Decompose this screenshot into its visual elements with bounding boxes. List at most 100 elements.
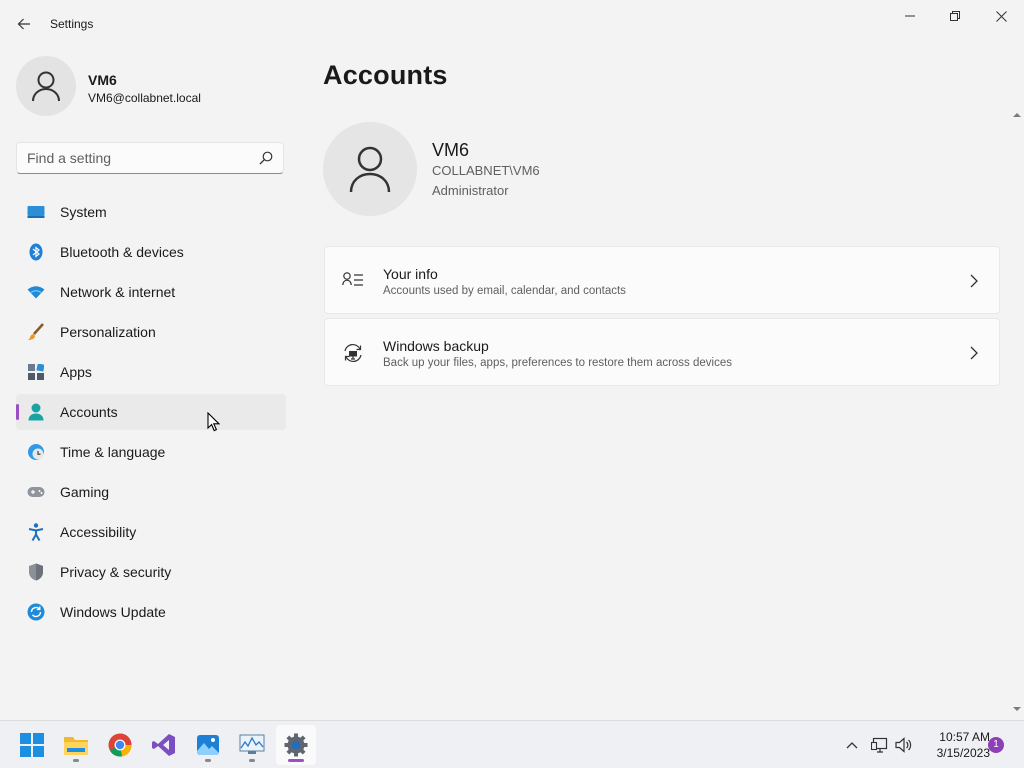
taskbar-settings[interactable]	[276, 725, 316, 765]
scroll-up-arrow-icon[interactable]	[1012, 110, 1022, 120]
sidebar-item-gaming[interactable]: Gaming	[16, 474, 286, 510]
taskbar-clock[interactable]: 10:57 AM 3/15/2023	[918, 729, 990, 761]
sidebar-item-label: Privacy & security	[60, 564, 172, 580]
visual-studio-icon	[152, 734, 175, 756]
mouse-cursor-icon	[207, 412, 220, 432]
back-arrow-icon	[17, 18, 30, 30]
search-box[interactable]	[16, 142, 284, 174]
sidebar-item-label: Apps	[60, 364, 92, 380]
chevron-right-icon	[970, 346, 978, 360]
sidebar-nav: System Bluetooth & devices Network & int…	[16, 194, 286, 634]
sidebar-item-network[interactable]: Network & internet	[16, 274, 286, 310]
volume-icon	[895, 737, 912, 753]
sidebar-item-accessibility[interactable]: Accessibility	[16, 514, 286, 550]
sidebar-item-label: Gaming	[60, 484, 110, 500]
update-icon	[27, 603, 45, 621]
close-button[interactable]	[978, 0, 1024, 32]
your-info-card[interactable]: Your info Accounts used by email, calend…	[324, 246, 1000, 314]
scroll-down-arrow-icon[interactable]	[1012, 704, 1022, 714]
show-hidden-icons-button[interactable]	[842, 721, 862, 768]
notification-badge[interactable]: 1	[988, 737, 1004, 753]
apps-icon	[27, 363, 45, 381]
sidebar-item-accounts[interactable]: Accounts	[16, 394, 286, 430]
account-domain: COLLABNET\VM6	[432, 163, 540, 178]
card-title: Windows backup	[383, 338, 489, 354]
taskbar-file-explorer[interactable]	[56, 725, 96, 765]
file-explorer-icon	[64, 737, 88, 755]
card-subtitle: Accounts used by email, calendar, and co…	[383, 285, 626, 297]
person-list-icon	[342, 272, 363, 286]
close-icon	[995, 10, 1007, 22]
taskbar: 10:57 AM 3/15/2023 1	[0, 720, 1024, 768]
search-icon[interactable]	[259, 151, 273, 165]
chevron-right-icon	[970, 274, 978, 288]
accessibility-icon	[27, 523, 45, 541]
search-input[interactable]	[17, 143, 247, 173]
sidebar-item-apps[interactable]: Apps	[16, 354, 286, 390]
running-indicator	[249, 759, 255, 762]
app-title: Settings	[50, 17, 94, 31]
selection-indicator	[16, 404, 19, 420]
clock-time: 10:57 AM	[939, 730, 990, 744]
account-header: VM6 COLLABNET\VM6 Administrator	[323, 122, 1003, 218]
network-icon	[871, 737, 888, 753]
sidebar-item-label: Bluetooth & devices	[60, 244, 184, 260]
taskbar-photos[interactable]	[188, 725, 228, 765]
sidebar-item-windows-update[interactable]: Windows Update	[16, 594, 286, 630]
person-icon	[349, 146, 391, 193]
restore-icon	[950, 11, 960, 21]
sidebar-item-time-language[interactable]: Time & language	[16, 434, 286, 470]
chevron-up-icon	[846, 742, 858, 749]
account-name: VM6	[432, 140, 470, 160]
sidebar-item-label: Network & internet	[60, 284, 176, 300]
avatar	[16, 56, 76, 116]
resource-monitor-icon	[239, 734, 265, 754]
start-icon	[20, 733, 44, 757]
minimize-icon	[905, 15, 915, 17]
windows-backup-card[interactable]: Windows backup Back up your files, apps,…	[324, 318, 1000, 386]
sidebar-item-label: Windows Update	[60, 604, 166, 620]
gamepad-icon	[27, 483, 45, 501]
start-button[interactable]	[12, 725, 52, 765]
settings-icon	[284, 733, 308, 757]
sidebar-item-bluetooth[interactable]: Bluetooth & devices	[16, 234, 286, 270]
wifi-icon	[27, 283, 45, 301]
running-indicator	[205, 759, 211, 762]
person-icon	[32, 71, 60, 102]
volume-tray-button[interactable]	[893, 721, 915, 768]
minimize-button[interactable]	[887, 0, 933, 32]
sidebar-item-system[interactable]: System	[16, 194, 286, 230]
running-indicator	[288, 759, 304, 762]
running-indicator	[73, 759, 79, 762]
title-bar: Settings	[0, 0, 1024, 48]
sidebar-item-label: Time & language	[60, 444, 166, 460]
card-title: Your info	[383, 266, 438, 282]
taskbar-resource-monitor[interactable]	[232, 725, 272, 765]
taskbar-chrome[interactable]	[100, 725, 140, 765]
photos-icon	[197, 735, 219, 755]
profile-email: VM6@collabnet.local	[88, 91, 201, 105]
profile-name: VM6	[88, 72, 117, 88]
sidebar-item-privacy[interactable]: Privacy & security	[16, 554, 286, 590]
back-button[interactable]	[12, 12, 36, 36]
sidebar-item-label: Accessibility	[60, 524, 137, 540]
sidebar-item-label: System	[60, 204, 107, 220]
sidebar-item-label: Accounts	[60, 404, 118, 420]
sidebar-item-personalization[interactable]: Personalization	[16, 314, 286, 350]
sidebar-item-label: Personalization	[60, 324, 156, 340]
network-tray-button[interactable]	[869, 721, 891, 768]
accounts-icon	[27, 403, 45, 421]
backup-icon	[344, 343, 362, 363]
clock-globe-icon	[27, 443, 45, 461]
sidebar-profile[interactable]: VM6 VM6@collabnet.local	[16, 56, 286, 120]
shield-icon	[27, 563, 45, 581]
taskbar-visual-studio[interactable]	[144, 725, 184, 765]
bluetooth-icon	[27, 243, 45, 261]
restore-button[interactable]	[932, 0, 978, 32]
paintbrush-icon	[27, 323, 45, 341]
account-role: Administrator	[432, 183, 509, 198]
avatar	[323, 122, 417, 216]
card-subtitle: Back up your files, apps, preferences to…	[383, 357, 732, 369]
page-title: Accounts	[323, 60, 448, 90]
system-icon	[27, 203, 45, 221]
